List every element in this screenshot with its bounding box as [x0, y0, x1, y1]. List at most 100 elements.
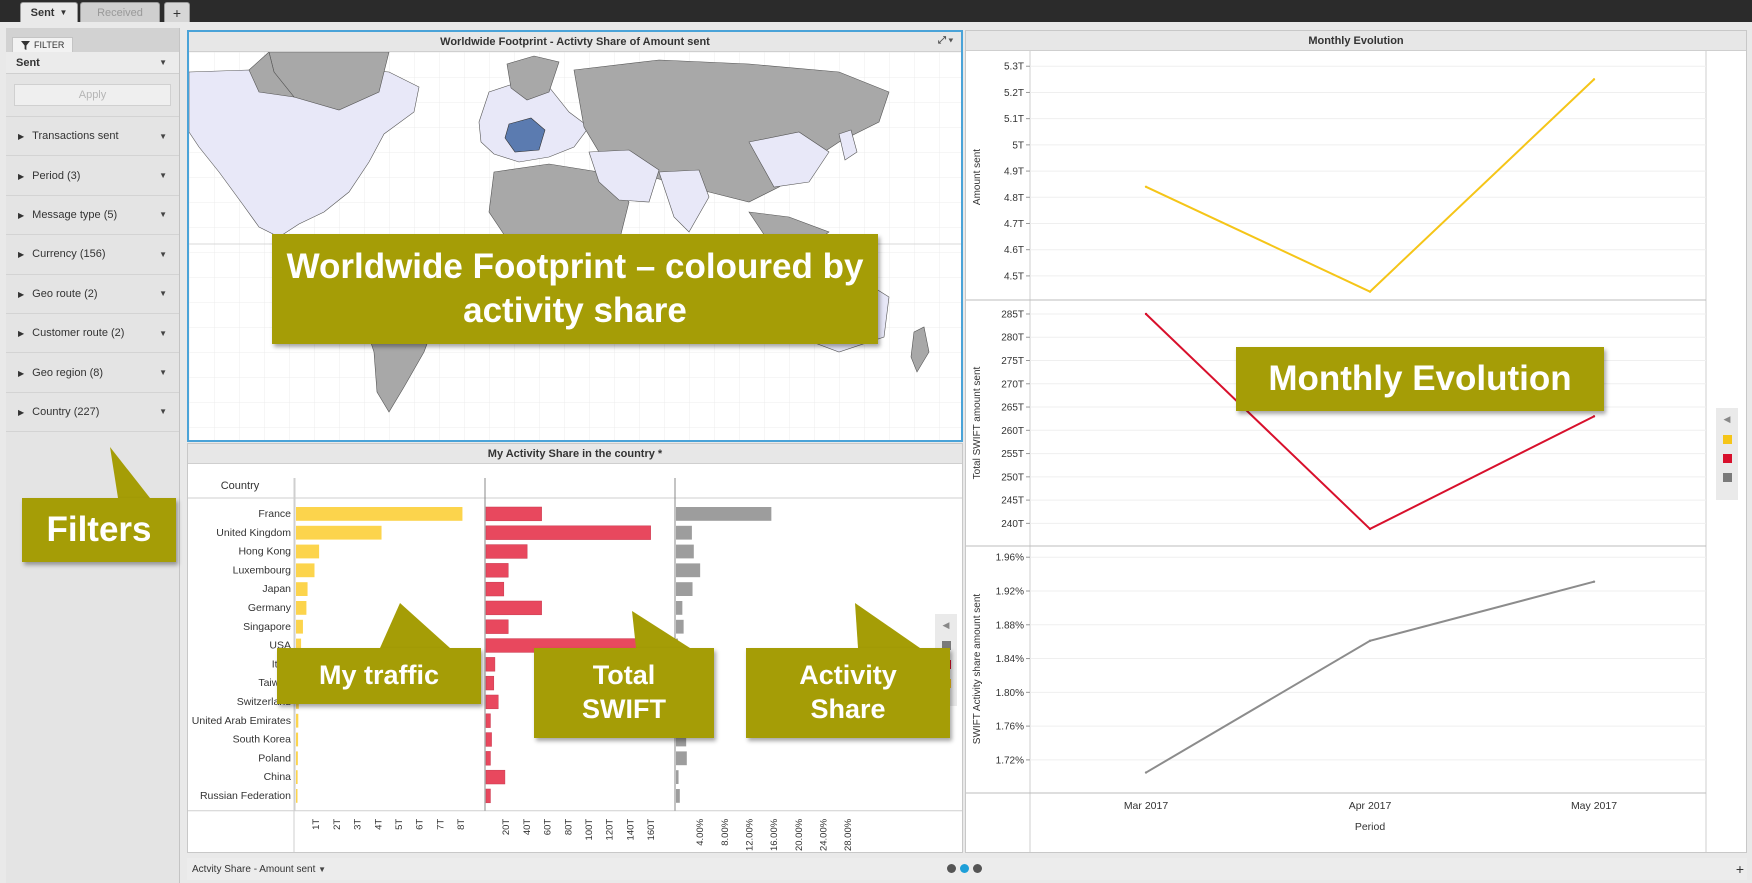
tab-received-label: Received	[97, 6, 143, 19]
chevron-down-icon[interactable]: ▼	[159, 132, 167, 141]
monthly-line-chart[interactable]: 4.5T 4.6T 4.7T 4.8T 4.9T 5T 5.1T 5.2T 5.3T Amount…	[966, 51, 1746, 852]
bar-total-swift-amount-sent	[485, 694, 499, 710]
y-tick-label: 255T	[1001, 449, 1024, 460]
page-dot[interactable]	[973, 864, 982, 873]
y-axis-label: Amount sent	[972, 149, 983, 205]
bar-total-swift-amount-sent	[485, 751, 491, 766]
bar-total-swift-amount-sent	[485, 619, 509, 634]
chevron-down-icon: ▼	[159, 58, 167, 67]
collapse-left-icon[interactable]: ◀	[1724, 414, 1731, 425]
expand-triangle-icon: ▶	[18, 329, 25, 339]
apply-button[interactable]: Apply	[14, 84, 171, 106]
x-tick-label: 140T	[625, 819, 636, 841]
page-dot[interactable]	[947, 864, 956, 873]
chevron-down-icon[interactable]: ▼	[159, 210, 167, 219]
country-label: Russian Federation	[200, 790, 291, 802]
chevron-down-icon[interactable]: ▼	[159, 368, 167, 377]
axis-selector[interactable]: Actvity Share - Amount sent ▼	[192, 864, 326, 875]
filter-item-customer-route[interactable]: ▶ Customer route (2) ▼	[6, 314, 179, 354]
x-tick-label: 20T	[501, 819, 512, 836]
tab-sent[interactable]: Sent ▼	[20, 2, 78, 22]
bar-total-swift-amount-sent	[485, 600, 542, 616]
x-tick-label: May 2017	[1571, 800, 1617, 812]
bar-amount-sent	[296, 751, 298, 766]
bar-total-swift-amount-sent	[485, 769, 506, 785]
country-label: France	[258, 508, 291, 520]
activity-title-text: My Activity Share in the country *	[487, 447, 663, 460]
filter-item-currency[interactable]: ▶ Currency (156) ▼	[6, 235, 179, 275]
chevron-down-icon[interactable]: ▼	[159, 250, 167, 259]
callout-monthly-text: Monthly Evolution	[1268, 359, 1572, 399]
legend-swatch-red	[1722, 454, 1732, 463]
y-tick-label: 5.2T	[1004, 88, 1024, 99]
apply-button-label: Apply	[78, 89, 107, 101]
callout-monthly: Monthly Evolution	[1236, 347, 1604, 411]
x-tick-label: 60T	[543, 819, 554, 836]
series-point	[1368, 639, 1372, 643]
monthly-title-text: Monthly Evolution	[1308, 34, 1404, 47]
bar-amount-sent	[296, 544, 320, 559]
filter-scope-select[interactable]: Sent ▼	[6, 52, 179, 74]
add-tab-button[interactable]: +	[164, 2, 190, 22]
chevron-down-icon[interactable]: ▼	[159, 407, 167, 416]
x-tick-label: 5T	[394, 819, 405, 830]
plus-icon: +	[172, 4, 182, 21]
y-tick-label: 1.76%	[996, 722, 1024, 733]
page-dots[interactable]	[947, 864, 982, 873]
filter-scope-value: Sent	[16, 56, 40, 69]
page-dot-active[interactable]	[960, 864, 969, 873]
bar-amount-sent	[296, 601, 307, 615]
chevron-down-icon[interactable]: ▼	[59, 8, 67, 17]
y-tick-label: 250T	[1001, 472, 1024, 483]
series-line	[1145, 78, 1595, 293]
filter-item-country[interactable]: ▶ Country (227) ▼	[6, 393, 179, 433]
series-point	[1592, 580, 1596, 583]
filter-item-label: Message type (5)	[32, 208, 118, 221]
bar-total-swift-amount-sent	[485, 788, 491, 804]
bar-amount-sent	[296, 507, 463, 521]
bar-swift-activity-share-amount-sent	[676, 507, 772, 521]
bar-amount-sent	[296, 619, 303, 634]
y-tick-label: 275T	[1001, 356, 1024, 367]
x-tick-label: Apr 2017	[1349, 800, 1392, 812]
add-icon[interactable]: +	[1736, 861, 1744, 877]
y-tick-label: 285T	[1001, 309, 1024, 320]
expand-triangle-icon: ▶	[18, 210, 25, 220]
callout-my-traffic-text: My traffic	[318, 660, 440, 691]
y-tick-label: 1.96%	[996, 553, 1024, 564]
y-tick-label: 240T	[1001, 519, 1024, 530]
bar-total-swift-amount-sent	[485, 732, 492, 747]
filter-item-message-type[interactable]: ▶ Message type (5) ▼	[6, 196, 179, 236]
filter-item-geo-region[interactable]: ▶ Geo region (8) ▼	[6, 353, 179, 393]
bar-total-swift-amount-sent	[485, 657, 496, 672]
y-tick-label: 1.72%	[996, 755, 1024, 766]
filter-item-transactions[interactable]: ▶ Transactions sent ▼	[6, 117, 179, 157]
series-point	[1368, 290, 1372, 293]
tab-received[interactable]: Received	[80, 2, 160, 22]
filter-item-period[interactable]: ▶ Period (3) ▼	[6, 156, 179, 196]
monthly-legend[interactable]: ◀	[1716, 408, 1738, 500]
y-tick-label: 5.1T	[1004, 114, 1024, 125]
filter-tab[interactable]: FILTER	[12, 37, 74, 52]
expand-triangle-icon: ▶	[18, 132, 25, 142]
filter-item-label: Currency (156)	[32, 248, 106, 261]
filter-item-label: Geo region (8)	[32, 366, 104, 379]
chevron-down-icon[interactable]: ▼	[159, 171, 167, 180]
bar-amount-sent	[296, 732, 299, 747]
y-tick-label: 4.6T	[1004, 245, 1024, 256]
filter-item-geo-route[interactable]: ▶ Geo route (2) ▼	[6, 275, 179, 314]
series-point	[1144, 312, 1148, 316]
chevron-down-icon[interactable]: ▾	[949, 35, 953, 46]
x-tick-label: 16.00%	[769, 818, 780, 851]
chevron-down-icon[interactable]: ▼	[159, 329, 167, 338]
collapse-left-icon[interactable]: ◀	[943, 620, 950, 631]
y-tick-label: 4.9T	[1004, 167, 1024, 178]
tab-sent-label: Sent	[30, 6, 55, 19]
bottom-bar: Actvity Share - Amount sent ▼ +	[187, 858, 1747, 880]
bar-swift-activity-share-amount-sent	[676, 582, 693, 596]
chevron-down-icon[interactable]: ▼	[159, 289, 167, 298]
expand-icon[interactable]: ⤢	[938, 35, 946, 46]
x-tick-label: 120T	[605, 819, 616, 841]
bar-amount-sent	[296, 789, 298, 803]
y-tick-label: 1.88%	[996, 620, 1024, 631]
